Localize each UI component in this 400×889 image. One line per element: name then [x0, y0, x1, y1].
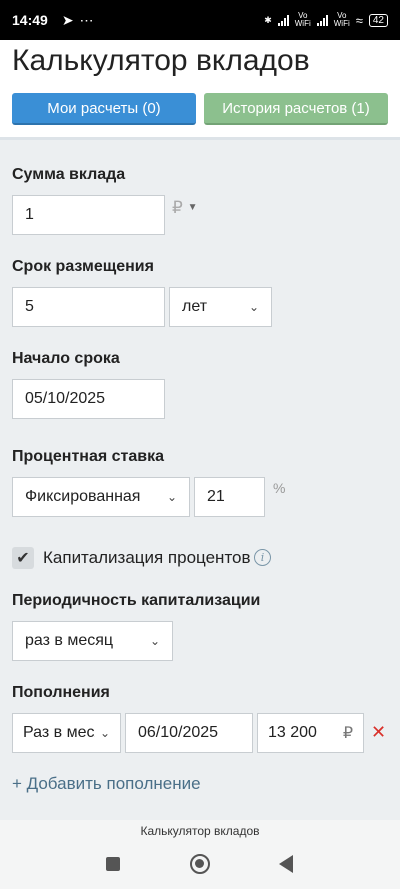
capitalization-checkbox[interactable]: ✔ [12, 547, 34, 569]
cap-period-select[interactable]: раз в месяц ⌄ [12, 621, 173, 661]
rate-input[interactable]: 21 [194, 477, 265, 517]
rate-type-select[interactable]: Фиксированная ⌄ [12, 477, 190, 517]
replenishment-frequency-value: Раз в месяц [23, 724, 95, 741]
rate-value: 21 [207, 488, 225, 505]
chevron-down-icon: ▼ [187, 202, 198, 213]
status-bar: 14:49 ➤ ⋯ ✱ Vo WiFi Vo WiFi ≈ 42 [0, 0, 400, 40]
telegram-icon: ➤ [61, 11, 74, 28]
cap-period-value: раз в месяц [25, 632, 114, 649]
back-icon[interactable] [279, 855, 293, 873]
start-date-value: 05/10/2025 [25, 390, 106, 407]
system-nav-bar: Калькулятор вкладов [0, 820, 400, 889]
replenishment-date-value: 06/10/2025 [138, 724, 219, 741]
signal-icon-2 [316, 14, 328, 26]
term-input[interactable]: 5 [12, 287, 165, 327]
deposit-amount-value: 1 [25, 206, 34, 223]
capitalization-label[interactable]: Капитализация процентов [43, 548, 251, 568]
app-header: Калькулятор вкладов Мои расчеты (0) Исто… [0, 40, 400, 140]
more-notifications-icon: ⋯ [79, 11, 94, 28]
status-time: 14:49 [12, 12, 48, 28]
replenishment-label: Пополнения [12, 684, 110, 701]
chevron-down-icon: ⌄ [99, 726, 110, 740]
add-replenishment-link[interactable]: + Добавить пополнение [12, 774, 201, 794]
calculation-history-button[interactable]: История расчетов (1) [204, 93, 388, 125]
currency-symbol: ₽ [172, 198, 183, 217]
my-calculations-button[interactable]: Мои расчеты (0) [12, 93, 196, 125]
percent-unit: % [273, 480, 286, 496]
vowifi-icon: Vo WiFi [294, 11, 311, 28]
page-title: Калькулятор вкладов [12, 44, 310, 77]
checkmark-icon: ✔ [16, 550, 30, 567]
home-icon[interactable] [190, 854, 210, 874]
wifi-icon: ≈ [355, 12, 363, 28]
deposit-amount-label: Сумма вклада [12, 166, 126, 183]
app-caption: Калькулятор вкладов [140, 824, 260, 838]
start-date-label: Начало срока [12, 350, 120, 367]
replenishment-amount-input[interactable]: 13 200 ₽ [257, 713, 364, 753]
term-value: 5 [25, 298, 34, 315]
interest-rate-label: Процентная ставка [12, 448, 164, 465]
bluetooth-icon: ✱ [264, 14, 272, 25]
battery-icon: 42 [368, 13, 388, 27]
rate-type-value: Фиксированная [25, 488, 141, 505]
term-label: Срок размещения [12, 258, 154, 275]
replenishment-date-input[interactable]: 06/10/2025 [125, 713, 253, 753]
chevron-down-icon: ⌄ [149, 634, 160, 648]
chevron-down-icon: ⌄ [248, 300, 259, 314]
signal-icon [277, 14, 289, 26]
term-unit-select[interactable]: лет ⌄ [169, 287, 272, 327]
currency-selector[interactable]: ₽ ▼ [172, 198, 197, 218]
start-date-input[interactable]: 05/10/2025 [12, 379, 165, 419]
chevron-down-icon: ⌄ [166, 490, 177, 504]
vowifi-icon-2: Vo WiFi [333, 11, 350, 28]
info-icon[interactable]: i [254, 549, 271, 566]
deposit-amount-input[interactable]: 1 [12, 195, 165, 235]
replenishment-amount-value: 13 200 [268, 724, 317, 741]
ruble-icon: ₽ [342, 725, 353, 742]
recent-apps-icon[interactable] [106, 857, 120, 871]
remove-replenishment-icon[interactable]: ✕ [371, 722, 386, 743]
term-unit-value: лет [182, 298, 208, 315]
replenishment-frequency-select[interactable]: Раз в месяц ⌄ [12, 713, 121, 753]
cap-period-label: Периодичность капитализации [12, 592, 261, 609]
